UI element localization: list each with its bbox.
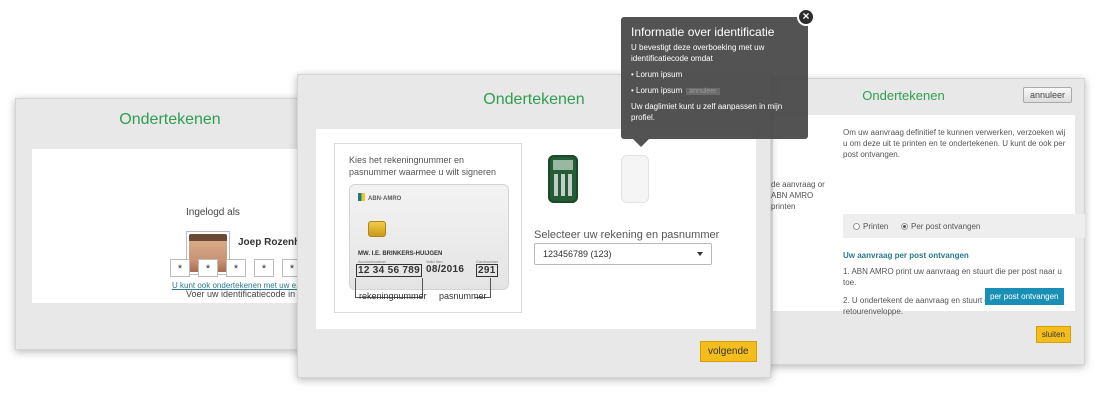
dialog-title: Ondertekenen xyxy=(119,111,221,128)
left-dialog: Ondertekenen Ingelogd als Joep Rozenhart… xyxy=(15,98,326,350)
intro-text: Om uw aanvraag definitief te kunnen verw… xyxy=(843,128,1066,159)
bank-logo: ABN·AMRO xyxy=(358,193,401,202)
reader-keys xyxy=(554,174,572,196)
pin-field-2[interactable]: * xyxy=(198,259,218,277)
pin-field-3[interactable]: * xyxy=(226,259,246,277)
green-card-reader-icon[interactable] xyxy=(548,155,578,203)
radio-selected-icon xyxy=(901,223,908,230)
side-text: de aanvraag or ABN AMRO printen xyxy=(771,180,825,211)
tooltip-tail xyxy=(633,139,649,147)
code-label: Voer uw identificatiecode in xyxy=(186,289,296,299)
tooltip-item-1: • Lorum ipsum xyxy=(631,70,683,79)
option-post-label: Per post ontvangen xyxy=(911,222,981,231)
card-label: pasnummer xyxy=(439,291,487,301)
account-label: rekeningnummer xyxy=(359,291,427,301)
option-print-label: Printen xyxy=(863,222,889,231)
dialog-body: Kies het rekeningnummer en pasnummer waa… xyxy=(316,129,756,329)
shield-icon xyxy=(358,193,365,201)
tooltip-body: U bevestigt deze overboeking met uw iden… xyxy=(631,43,765,63)
logged-in-label: Ingelogd als xyxy=(186,207,240,218)
info-tooltip: Informatie over identificatie U bevestig… xyxy=(621,8,815,147)
tooltip-title: Informatie over identificatie xyxy=(631,25,775,39)
cancel-button[interactable]: annuleer xyxy=(1022,87,1072,103)
bank-name: ABN·AMRO xyxy=(368,196,402,202)
tooltip-item-2: • Lorum ipsum annuleer xyxy=(631,85,798,97)
select-label: Selecteer uw rekening en pasnummer xyxy=(534,229,720,241)
dialog-title: Ondertekenen xyxy=(483,91,585,108)
tooltip-footer: Uw daglimiet kunt u zelf aanpassen in mi… xyxy=(631,102,783,122)
option-print[interactable]: Printen xyxy=(853,222,888,231)
tooltip-ghost-button: annuleer xyxy=(686,88,720,95)
dialog-body: Om uw aanvraag definitief te kunnen verw… xyxy=(771,115,1085,316)
reader-screen xyxy=(553,160,573,170)
step-1: 1. ABN AMRO print uw aanvraag en stuurt … xyxy=(843,267,1062,287)
option-post[interactable]: Per post ontvangen xyxy=(901,222,980,231)
card-instruction: Kies het rekeningnummer en pasnummer waa… xyxy=(349,155,497,177)
radio-icon xyxy=(853,223,860,230)
select-value: 123456789 (123) xyxy=(543,249,612,259)
account-select[interactable]: 123456789 (123) xyxy=(534,243,712,265)
card-panel: Kies het rekeningnummer en pasnummer waa… xyxy=(334,143,522,313)
pin-field-4[interactable]: * xyxy=(254,259,274,277)
pin-field-1[interactable]: * xyxy=(170,259,190,277)
edentifier-link[interactable]: U kunt ook ondertekenen met uw e.de xyxy=(172,281,307,290)
close-button[interactable]: sluiten xyxy=(1035,326,1071,343)
bank-card: ABN·AMRO MW. I.E. BRINKERS-HUIJGEN Accou… xyxy=(349,184,509,290)
dialog-body: Ingelogd als Joep Rozenhart Voer uw iden… xyxy=(32,149,326,303)
card-holder: MW. I.E. BRINKERS-HUIJGEN xyxy=(358,251,443,257)
valid-thru: 08/2016 xyxy=(426,264,465,275)
close-icon[interactable]: × xyxy=(797,8,815,26)
white-card-reader-icon[interactable] xyxy=(621,155,649,203)
post-subheading: Uw aanvraag per post ontvangen xyxy=(843,251,969,260)
delivery-options: Printen Per post ontvangen xyxy=(843,214,1085,238)
chip-icon xyxy=(368,221,386,237)
tooltip-item-2-text: • Lorum ipsum xyxy=(631,86,683,95)
next-button[interactable]: volgende xyxy=(700,341,757,362)
account-number: 12 34 56 789 xyxy=(356,264,422,277)
post-button[interactable]: per post ontvangen xyxy=(985,288,1064,305)
chevron-down-icon xyxy=(697,252,703,256)
card-number: 291 xyxy=(476,264,498,277)
